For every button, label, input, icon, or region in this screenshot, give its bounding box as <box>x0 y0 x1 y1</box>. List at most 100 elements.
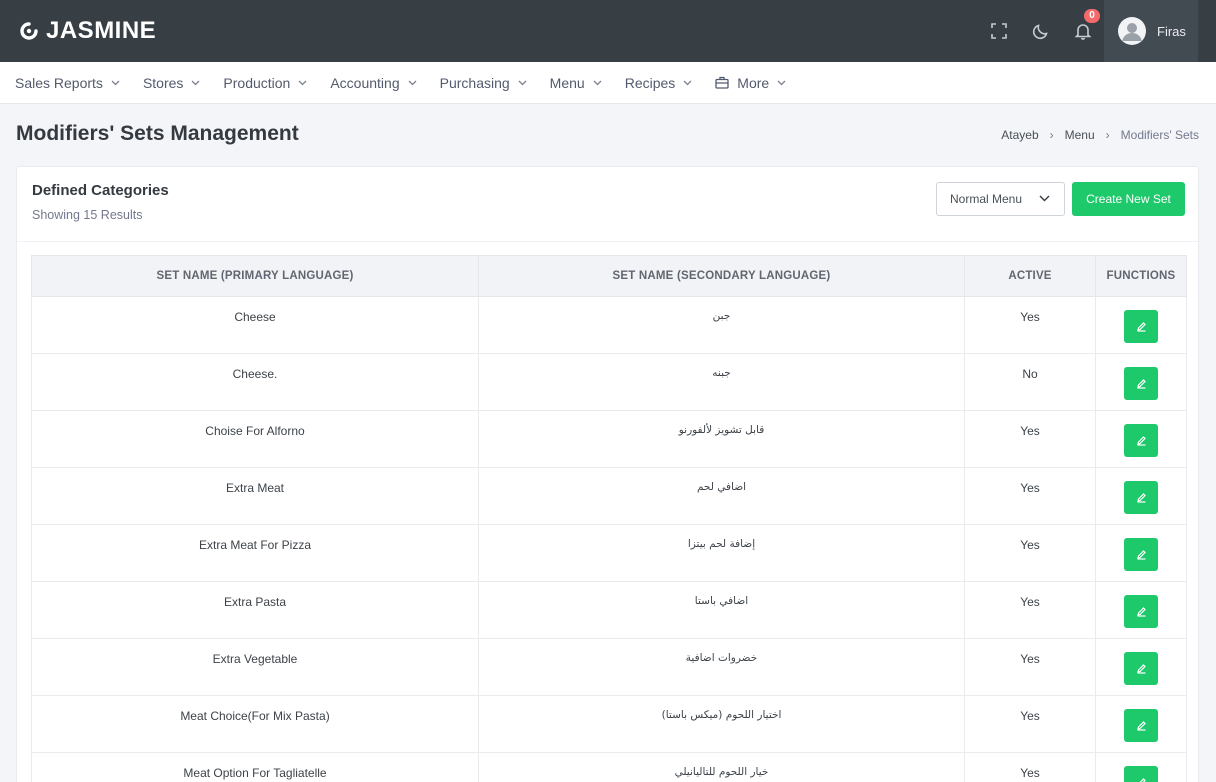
nav-stores[interactable]: Stores <box>143 75 200 91</box>
nav-sales-reports[interactable]: Sales Reports <box>15 75 120 91</box>
nav-more[interactable]: More <box>715 75 786 91</box>
menu-type-select[interactable]: Normal Menu <box>936 182 1065 216</box>
pencil-icon <box>1139 778 1146 782</box>
cell-functions <box>1095 638 1187 696</box>
pencil-icon <box>1136 379 1146 389</box>
chevron-down-icon <box>111 80 120 85</box>
table-row: Meat Choice(For Mix Pasta) اختيار اللحوم… <box>31 695 1187 753</box>
column-header-primary-name[interactable]: SET NAME (PRIMARY LANGUAGE) <box>31 255 479 297</box>
topbar: JASMINE 0 Firas <box>0 0 1216 62</box>
topbar-actions: 0 <box>978 0 1104 62</box>
edit-button[interactable] <box>1124 538 1158 571</box>
avatar <box>1118 17 1146 45</box>
moon-icon <box>1032 24 1048 40</box>
page-title: Modifiers' Sets Management <box>16 122 299 145</box>
cell-functions <box>1095 353 1187 411</box>
pencil-icon <box>1136 322 1146 332</box>
create-new-set-button[interactable]: Create New Set <box>1072 182 1185 216</box>
nav-purchasing[interactable]: Purchasing <box>440 75 527 91</box>
cell-functions <box>1095 410 1187 468</box>
nav-label: Menu <box>549 74 585 91</box>
chevron-down-icon <box>777 80 786 85</box>
table-row: Extra Pasta اضافي باستا Yes <box>31 581 1187 639</box>
card-title: Defined Categories <box>32 182 169 199</box>
edit-button[interactable] <box>1124 595 1158 628</box>
cell-functions <box>1095 695 1187 753</box>
cell-active: Yes <box>964 752 1096 782</box>
fullscreen-button[interactable] <box>978 0 1020 62</box>
bell-icon <box>1074 24 1092 40</box>
results-count: Showing 15 Results <box>32 208 143 222</box>
nav-label: Production <box>223 74 291 91</box>
edit-button[interactable] <box>1124 481 1158 514</box>
cell-active: Yes <box>964 410 1096 468</box>
sets-table-wrapper: SET NAME (PRIMARY LANGUAGE) SET NAME (SE… <box>31 255 1187 782</box>
cell-secondary-name: جبنه <box>478 353 965 411</box>
breadcrumb-item-current: Modifiers' Sets <box>1120 128 1199 142</box>
chevron-down-icon <box>298 80 307 85</box>
fullscreen-icon <box>991 23 1007 39</box>
cell-functions <box>1095 524 1187 582</box>
pencil-icon <box>1136 436 1146 446</box>
cell-functions <box>1095 296 1187 354</box>
pencil-icon <box>1136 721 1146 731</box>
cell-active: Yes <box>964 695 1096 753</box>
nav-label: Stores <box>142 74 184 91</box>
nav-recipes[interactable]: Recipes <box>625 75 693 91</box>
edit-button[interactable] <box>1124 367 1158 400</box>
chevron-down-icon <box>593 80 602 85</box>
cell-primary-name: Cheese <box>31 296 479 354</box>
cell-active: Yes <box>964 581 1096 639</box>
table-row: Cheese. جبنه No <box>31 353 1187 411</box>
theme-toggle-button[interactable] <box>1020 0 1062 62</box>
user-menu[interactable]: Firas <box>1104 0 1198 62</box>
cell-secondary-name: إضافة لحم بيتزا <box>478 524 965 582</box>
cell-secondary-name: خضروات اضافية <box>478 638 965 696</box>
table-header-row: SET NAME (PRIMARY LANGUAGE) SET NAME (SE… <box>31 255 1187 297</box>
breadcrumb-item-menu[interactable]: Menu <box>1065 128 1095 142</box>
breadcrumb: Atayeb › Menu › Modifiers' Sets <box>1001 128 1199 142</box>
cell-active: Yes <box>964 467 1096 525</box>
edit-button[interactable] <box>1124 652 1158 685</box>
sets-card: Defined Categories Showing 15 Results No… <box>16 166 1199 782</box>
edit-button[interactable] <box>1124 709 1158 742</box>
cell-functions <box>1095 581 1187 639</box>
nav-menu[interactable]: Menu <box>550 75 602 91</box>
edit-button[interactable] <box>1124 424 1158 457</box>
edit-button[interactable] <box>1124 310 1158 343</box>
notifications-button[interactable]: 0 <box>1062 0 1104 62</box>
column-header-active[interactable]: ACTIVE <box>964 255 1096 297</box>
main-nav: Sales Reports Stores Production Accounti… <box>0 62 1216 104</box>
table-row: Meat Option For Tagliatelle خيار اللحوم … <box>31 752 1187 782</box>
column-header-functions: FUNCTIONS <box>1095 255 1187 297</box>
chevron-down-icon <box>683 80 692 85</box>
nav-production[interactable]: Production <box>223 75 307 91</box>
table-row: Extra Meat For Pizza إضافة لحم بيتزا Yes <box>31 524 1187 582</box>
cell-secondary-name: اضافي لحم <box>478 467 965 525</box>
cell-functions <box>1095 752 1187 782</box>
cell-secondary-name: اضافي باستا <box>478 581 965 639</box>
cell-primary-name: Meat Choice(For Mix Pasta) <box>31 695 479 753</box>
table-row: Choise For Alforno قابل تشويز لألفورنو Y… <box>31 410 1187 468</box>
cell-secondary-name: اختيار اللحوم (ميكس باستا) <box>478 695 965 753</box>
column-header-secondary-name[interactable]: SET NAME (SECONDARY LANGUAGE) <box>478 255 965 297</box>
pencil-icon <box>1136 607 1146 617</box>
table-row: Extra Meat اضافي لحم Yes <box>31 467 1187 525</box>
pencil-icon <box>1136 664 1146 674</box>
chevron-down-icon <box>1039 195 1050 202</box>
pencil-icon <box>1136 493 1146 503</box>
logo-text: JASMINE <box>46 17 157 44</box>
cell-primary-name: Extra Meat <box>31 467 479 525</box>
notification-badge: 0 <box>1084 9 1100 23</box>
app-logo[interactable]: JASMINE <box>20 17 156 45</box>
cell-primary-name: Choise For Alforno <box>31 410 479 468</box>
table-row: Extra Vegetable خضروات اضافية Yes <box>31 638 1187 696</box>
logo-icon <box>20 22 38 40</box>
cell-active: Yes <box>964 638 1096 696</box>
cell-secondary-name: جبن <box>478 296 965 354</box>
edit-button[interactable] <box>1124 766 1158 782</box>
cell-secondary-name: قابل تشويز لألفورنو <box>478 410 965 468</box>
chevron-down-icon <box>518 80 527 85</box>
nav-accounting[interactable]: Accounting <box>330 75 417 91</box>
breadcrumb-item-atayeb[interactable]: Atayeb <box>1001 128 1038 142</box>
